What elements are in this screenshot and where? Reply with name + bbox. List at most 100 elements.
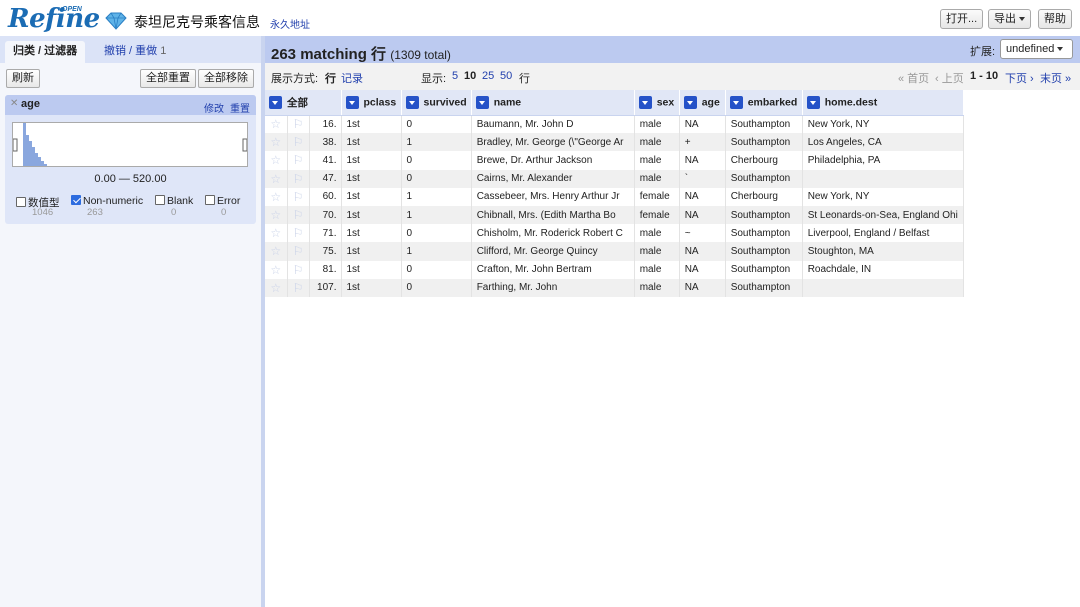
- table-cell-age[interactable]: +: [679, 133, 726, 152]
- table-cell-sex[interactable]: male: [634, 169, 680, 188]
- column-menu-icon[interactable]: [683, 95, 697, 109]
- table-cell-sex[interactable]: male: [634, 133, 680, 152]
- table-cell-name[interactable]: Baumann, Mr. John D: [471, 115, 635, 134]
- column-menu-icon[interactable]: [638, 95, 652, 109]
- table-cell-pclass[interactable]: 1st: [341, 187, 402, 206]
- table-cell-survived[interactable]: 0: [401, 224, 472, 243]
- table-cell-pclass[interactable]: 1st: [341, 151, 402, 170]
- table-cell-pclass[interactable]: 1st: [341, 115, 402, 134]
- table-cell-embarked[interactable]: Southampton: [725, 278, 803, 297]
- help-button[interactable]: 帮助: [1038, 9, 1072, 29]
- checkbox[interactable]: [16, 197, 26, 207]
- table-cell-name[interactable]: Crafton, Mr. John Bertram: [471, 260, 635, 279]
- facet-reset-link[interactable]: 重置: [230, 100, 250, 115]
- flag-icon[interactable]: ⚐: [287, 115, 310, 134]
- view-rows-mode[interactable]: 行: [325, 70, 336, 86]
- table-cell-survived[interactable]: 1: [401, 133, 472, 152]
- flag-icon[interactable]: ⚐: [287, 205, 310, 225]
- table-cell-survived[interactable]: 0: [401, 115, 472, 134]
- table-cell-name[interactable]: Clifford, Mr. George Quincy: [471, 242, 635, 261]
- table-cell-embarked[interactable]: Southampton: [725, 169, 803, 188]
- table-cell-name[interactable]: Chibnall, Mrs. (Edith Martha Bo: [471, 205, 635, 225]
- table-cell-name[interactable]: Farthing, Mr. John: [471, 278, 635, 297]
- page-size-5[interactable]: 5: [452, 70, 458, 82]
- table-cell-embarked[interactable]: Southampton: [725, 115, 803, 134]
- table-cell-age[interactable]: NA: [679, 187, 726, 206]
- table-cell-pclass[interactable]: 1st: [341, 205, 402, 225]
- table-cell-embarked[interactable]: Southampton: [725, 133, 803, 152]
- star-icon[interactable]: ☆: [265, 242, 288, 261]
- table-cell-survived[interactable]: 1: [401, 205, 472, 225]
- table-cell-home-dest[interactable]: St Leonards-on-Sea, England Ohi: [802, 205, 964, 225]
- column-header-all[interactable]: 全部: [265, 90, 342, 116]
- refresh-button[interactable]: 刷新: [6, 69, 40, 88]
- table-cell-home-dest[interactable]: [802, 169, 964, 188]
- export-button[interactable]: 导出: [988, 9, 1031, 29]
- column-menu-icon[interactable]: [405, 95, 419, 109]
- table-cell-survived[interactable]: 1: [401, 242, 472, 261]
- table-cell-age[interactable]: ~: [679, 224, 726, 243]
- table-cell-name[interactable]: Cairns, Mr. Alexander: [471, 169, 635, 188]
- table-cell-home-dest[interactable]: Philadelphia, PA: [802, 151, 964, 170]
- checkbox[interactable]: [155, 195, 165, 205]
- table-cell-survived[interactable]: 0: [401, 260, 472, 279]
- table-cell-age[interactable]: `: [679, 169, 726, 188]
- last-page-link[interactable]: 末页 »: [1040, 70, 1071, 86]
- tab-facet-filter[interactable]: 归类 / 过滤器: [5, 41, 86, 63]
- age-histogram[interactable]: [12, 122, 248, 167]
- facet-edit-link[interactable]: 修改: [204, 100, 224, 115]
- table-cell-home-dest[interactable]: Los Angeles, CA: [802, 133, 964, 152]
- flag-icon[interactable]: ⚐: [287, 151, 310, 170]
- column-menu-icon[interactable]: [475, 95, 489, 109]
- table-cell-home-dest[interactable]: New York, NY: [802, 115, 964, 134]
- checkbox-checked[interactable]: [71, 195, 81, 205]
- permalink-link[interactable]: 永久地址: [270, 16, 310, 31]
- column-header-embarked[interactable]: embarked: [725, 90, 803, 116]
- facet-title[interactable]: age: [21, 98, 40, 110]
- facet-option-blank[interactable]: Blank 0: [155, 195, 193, 218]
- table-cell-embarked[interactable]: Cherbourg: [725, 187, 803, 206]
- table-cell-name[interactable]: Bradley, Mr. George (\"George Ar: [471, 133, 635, 152]
- column-menu-icon[interactable]: [806, 95, 820, 109]
- table-cell-age[interactable]: NA: [679, 151, 726, 170]
- table-cell-pclass[interactable]: 1st: [341, 224, 402, 243]
- view-records-mode[interactable]: 记录: [341, 70, 363, 86]
- column-menu-icon[interactable]: [345, 95, 359, 109]
- table-cell-age[interactable]: NA: [679, 115, 726, 134]
- table-cell-sex[interactable]: male: [634, 242, 680, 261]
- column-header-name[interactable]: name: [471, 90, 635, 116]
- column-header-sex[interactable]: sex: [634, 90, 680, 116]
- open-button[interactable]: 打开...: [940, 9, 984, 29]
- page-size-50[interactable]: 50: [500, 70, 512, 82]
- table-cell-name[interactable]: Cassebeer, Mrs. Henry Arthur Jr: [471, 187, 635, 206]
- star-icon[interactable]: ☆: [265, 169, 288, 188]
- table-cell-survived[interactable]: 0: [401, 169, 472, 188]
- project-title[interactable]: 泰坦尼克号乘客信息: [134, 12, 260, 32]
- table-cell-home-dest[interactable]: New York, NY: [802, 187, 964, 206]
- table-cell-embarked[interactable]: Cherbourg: [725, 151, 803, 170]
- table-cell-embarked[interactable]: Southampton: [725, 242, 803, 261]
- table-cell-pclass[interactable]: 1st: [341, 260, 402, 279]
- column-menu-icon[interactable]: [729, 95, 743, 109]
- flag-icon[interactable]: ⚐: [287, 169, 310, 188]
- range-handle-left[interactable]: [12, 138, 18, 152]
- column-header-pclass[interactable]: pclass: [341, 90, 402, 116]
- column-menu-icon[interactable]: [269, 96, 282, 110]
- table-cell-sex[interactable]: male: [634, 260, 680, 279]
- facet-option-numeric[interactable]: 数值型 1046: [16, 195, 60, 218]
- next-page-link[interactable]: 下页 ›: [1005, 70, 1034, 86]
- checkbox[interactable]: [205, 195, 215, 205]
- flag-icon[interactable]: ⚐: [287, 187, 310, 206]
- table-cell-survived[interactable]: 1: [401, 187, 472, 206]
- table-cell-home-dest[interactable]: Liverpool, England / Belfast: [802, 224, 964, 243]
- column-header-age[interactable]: age: [679, 90, 726, 116]
- table-cell-name[interactable]: Brewe, Dr. Arthur Jackson: [471, 151, 635, 170]
- star-icon[interactable]: ☆: [265, 260, 288, 279]
- table-cell-sex[interactable]: male: [634, 224, 680, 243]
- remove-all-button[interactable]: 全部移除: [198, 69, 254, 88]
- table-cell-embarked[interactable]: Southampton: [725, 224, 803, 243]
- column-header-survived[interactable]: survived: [401, 90, 472, 116]
- table-cell-pclass[interactable]: 1st: [341, 278, 402, 297]
- table-cell-age[interactable]: NA: [679, 242, 726, 261]
- table-cell-home-dest[interactable]: Roachdale, IN: [802, 260, 964, 279]
